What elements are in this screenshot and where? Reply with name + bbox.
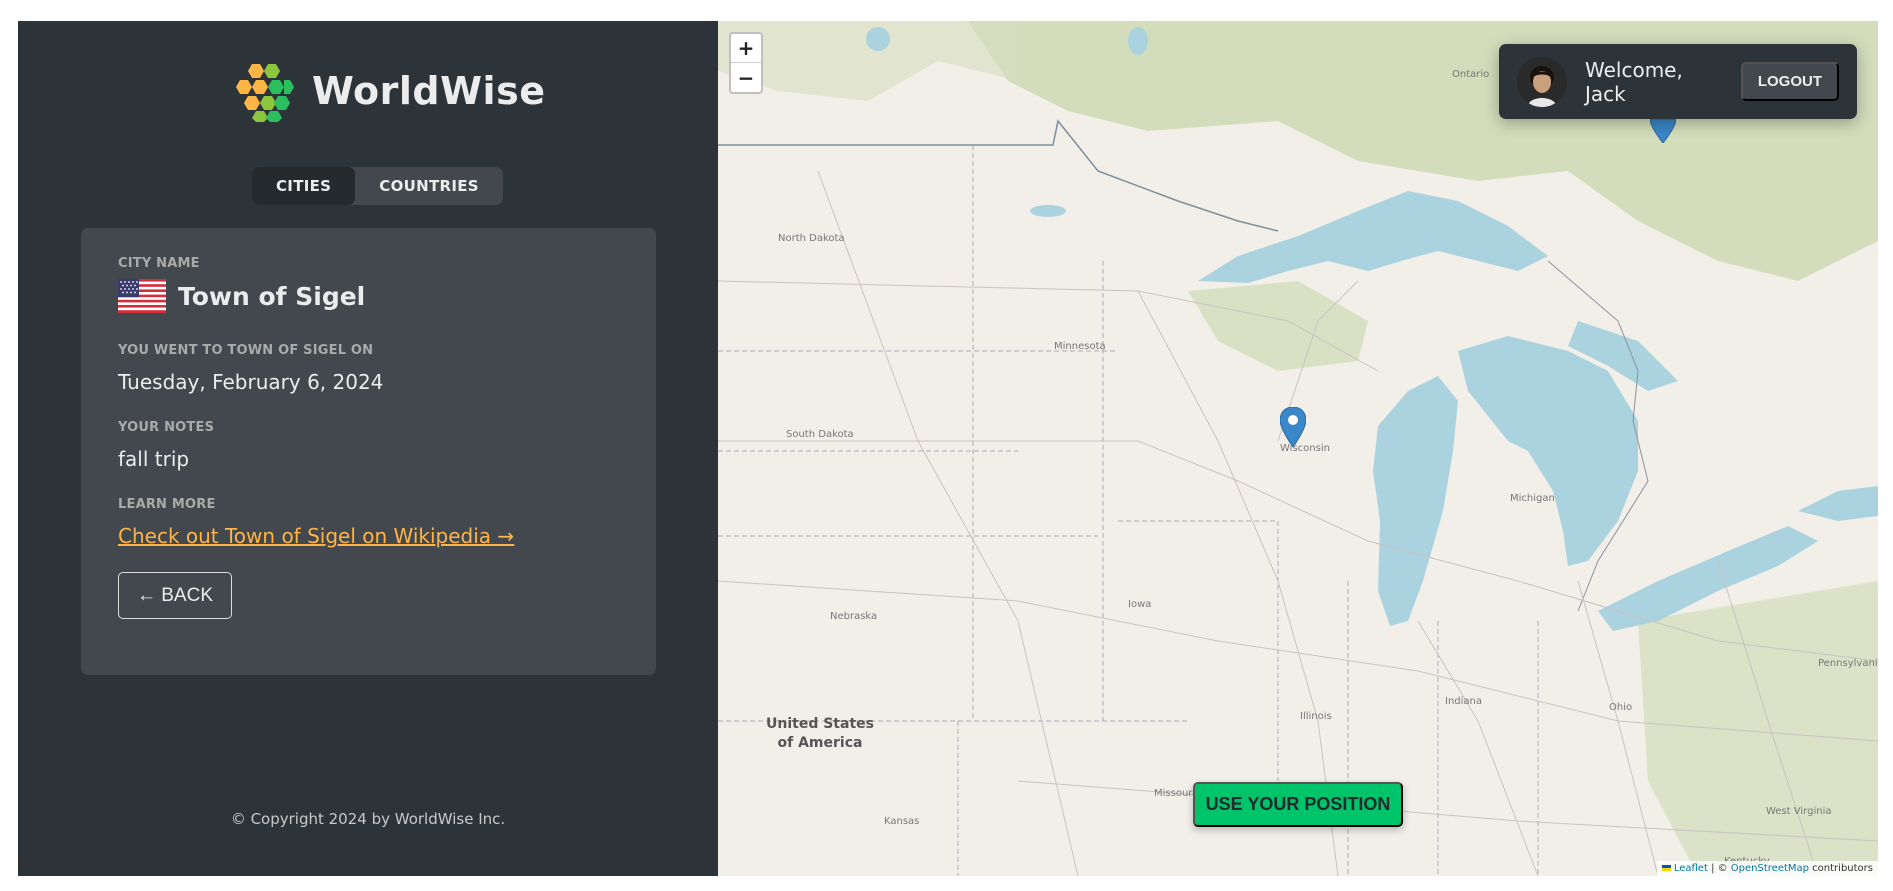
map-container[interactable]: Ontario North Dakota Minnesota South Dak… — [718, 21, 1878, 876]
welcome-text: Welcome, Jack — [1585, 57, 1683, 106]
map-attribution: Leaflet | © OpenStreetMap contributors — [1656, 861, 1878, 876]
back-button[interactable]: ← BACK — [118, 572, 232, 619]
use-position-button[interactable]: USE YOUR POSITION — [1193, 782, 1403, 827]
brand-name: WorldWise — [312, 69, 546, 113]
city-name: Town of Sigel — [178, 281, 366, 311]
city-name-row: Town of Sigel — [118, 279, 619, 313]
tab-cities[interactable]: CITIES — [252, 167, 356, 205]
app-layout: WorldWise CITIES COUNTRIES CITY NAME Tow… — [18, 21, 1878, 876]
map-label-michigan: Michigan — [1510, 493, 1555, 504]
worldwise-logo-icon — [233, 59, 297, 123]
leaflet-link[interactable]: Leaflet — [1674, 863, 1708, 874]
zoom-in-button[interactable]: + — [731, 34, 761, 63]
map-label-missouri: Missouri — [1154, 788, 1196, 799]
map-label-pennsylvania: Pennsylvani — [1818, 658, 1878, 669]
avatar[interactable] — [1517, 56, 1567, 107]
map-label-west-virginia: West Virginia — [1766, 806, 1832, 817]
zoom-control: + − — [729, 32, 763, 94]
zoom-out-button[interactable]: − — [731, 63, 761, 92]
notes-label: YOUR NOTES — [118, 420, 215, 435]
map-label-iowa: Iowa — [1128, 599, 1152, 610]
map-label-kansas: Kansas — [884, 816, 920, 827]
map-label-south-dakota: South Dakota — [786, 429, 854, 440]
logout-button[interactable]: LOGOUT — [1740, 62, 1839, 101]
attribution-separator: | © — [1707, 863, 1731, 874]
map-label-usa-line2: of America — [777, 735, 863, 751]
copyright: © Copyright 2024 by WorldWise Inc. — [230, 810, 506, 828]
learn-more-label: LEARN MORE — [118, 497, 216, 512]
visit-date-label: YOU WENT TO TOWN OF SIGEL ON — [118, 343, 374, 358]
map-label-ohio: Ohio — [1609, 702, 1633, 713]
city-marker-sigel[interactable] — [1280, 407, 1306, 447]
us-flag-icon — [118, 279, 166, 313]
tab-nav: CITIES COUNTRIES — [252, 167, 503, 205]
attribution-suffix: contributors — [1809, 863, 1873, 874]
user-panel: Welcome, Jack LOGOUT — [1499, 44, 1857, 119]
logo[interactable]: WorldWise — [232, 58, 545, 124]
ukraine-flag-icon — [1661, 865, 1671, 871]
map-label-indiana: Indiana — [1445, 696, 1483, 707]
map-label-minnesota: Minnesota — [1054, 341, 1106, 352]
map-label-usa-line1: United States — [766, 716, 874, 732]
map-label-ontario: Ontario — [1452, 69, 1490, 80]
map-label-nebraska: Nebraska — [830, 611, 878, 622]
tab-countries[interactable]: COUNTRIES — [355, 167, 503, 205]
sidebar: WorldWise CITIES COUNTRIES CITY NAME Tow… — [18, 21, 718, 876]
visit-date: Tuesday, February 6, 2024 — [118, 370, 384, 394]
map-label-usa: United States of America — [766, 715, 874, 753]
city-details-card: CITY NAME Town of Sigel YOU WENT TO TOWN… — [81, 228, 656, 675]
map-label-illinois: Illinois — [1300, 711, 1332, 722]
city-name-label: CITY NAME — [118, 256, 200, 271]
notes-text: fall trip — [118, 447, 190, 471]
wikipedia-link[interactable]: Check out Town of Sigel on Wikipedia → — [118, 524, 514, 548]
map-label-north-dakota: North Dakota — [778, 233, 845, 244]
osm-link[interactable]: OpenStreetMap — [1731, 863, 1809, 874]
